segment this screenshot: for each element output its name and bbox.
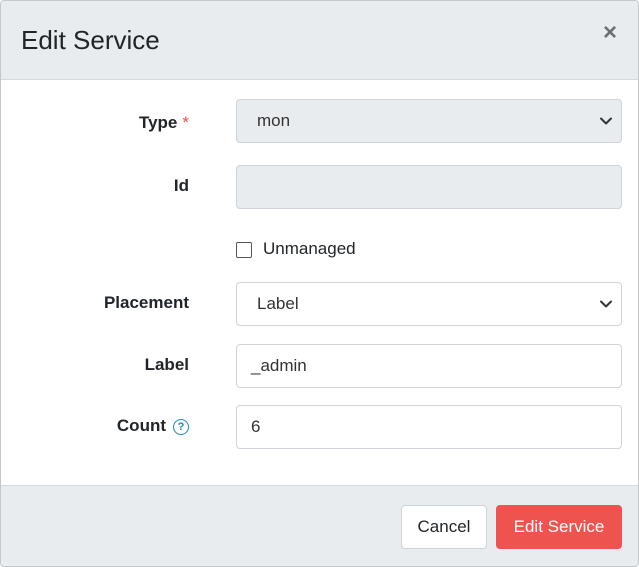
placement-label: Placement [103,293,189,312]
required-asterisk: * [182,113,189,132]
placement-select-value: Label [257,294,299,313]
label-input[interactable]: _admin [236,344,622,388]
chevron-down-icon [600,300,612,308]
close-icon[interactable]: × [600,21,620,45]
unmanaged-label[interactable]: Unmanaged [263,239,356,259]
cancel-button[interactable]: Cancel [401,505,487,549]
modal-header: Edit Service × [1,1,638,80]
id-input[interactable] [236,165,622,209]
placement-select[interactable]: Label [236,282,622,326]
chevron-down-icon [600,117,612,125]
question-circle-icon[interactable]: ? [173,419,189,435]
unmanaged-checkbox[interactable] [236,242,252,258]
edit-service-button[interactable]: Edit Service [496,505,622,549]
label-field-label: Label [144,355,189,374]
type-label: Type * [139,113,189,133]
modal-footer: Cancel Edit Service [1,485,638,566]
count-label-text: Count [116,416,166,435]
type-label-text: Type [138,113,178,132]
modal-title: Edit Service [21,25,160,55]
type-select[interactable]: mon [236,99,622,143]
count-label: Count? [117,416,189,436]
count-input[interactable]: 6 [236,405,622,449]
id-label: Id [173,176,189,195]
edit-service-modal: Edit Service × Type * mon Id Unmanaged Pl… [0,0,639,567]
type-select-value: mon [257,111,291,130]
